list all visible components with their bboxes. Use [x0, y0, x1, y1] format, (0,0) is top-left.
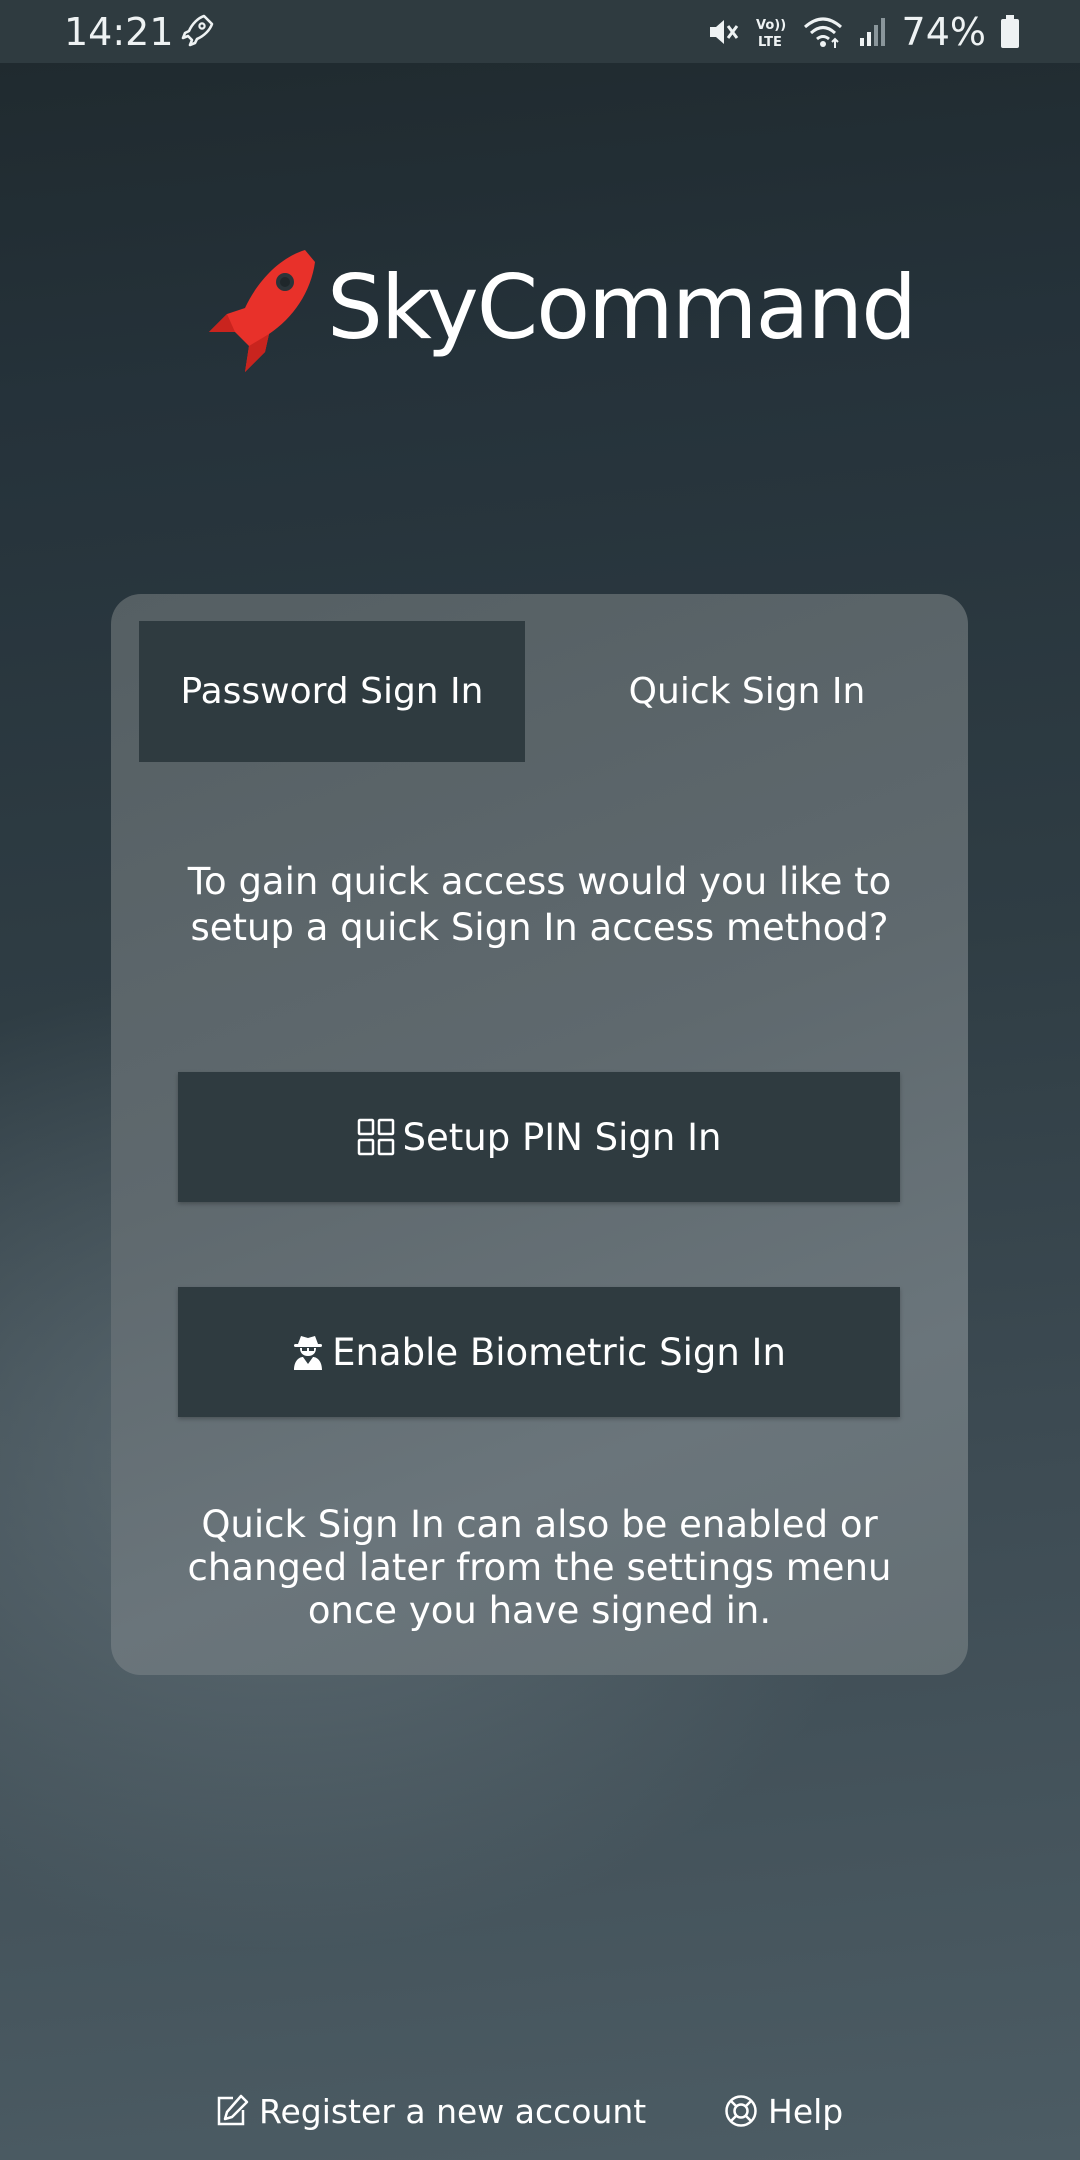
- lifebuoy-icon: [725, 2095, 757, 2127]
- spy-icon: [294, 1336, 323, 1370]
- setup-pin-button[interactable]: Setup PIN Sign In: [178, 1072, 900, 1202]
- grid-icon: [357, 1118, 394, 1156]
- svg-text:LTE: LTE: [758, 35, 782, 50]
- setup-pin-label: Setup PIN Sign In: [402, 1115, 722, 1159]
- register-label: Register a new account: [259, 2091, 647, 2131]
- app-logo: SkyCommand: [205, 248, 917, 378]
- help-label: Help: [768, 2091, 844, 2131]
- edit-icon: [217, 2094, 249, 2126]
- help-link[interactable]: Help: [724, 2086, 843, 2136]
- mute-icon: [709, 20, 738, 44]
- battery-percent: 74%: [901, 10, 986, 54]
- app-screen: 14:21 Vo)) LTE 74% SkyCommand Password S…: [0, 0, 1080, 2160]
- status-bar: 14:21 Vo)) LTE 74%: [0, 0, 1080, 63]
- battery-icon: [1001, 15, 1019, 48]
- svg-text:Vo)): Vo)): [756, 18, 786, 33]
- tab-quick-sign-in[interactable]: Quick Sign In: [554, 621, 940, 762]
- rocket-notification-icon: [181, 14, 214, 47]
- intro-text: To gain quick access would you like to s…: [187, 860, 892, 949]
- enable-biometric-button[interactable]: Enable Biometric Sign In: [178, 1287, 900, 1417]
- register-link[interactable]: Register a new account: [215, 2086, 646, 2136]
- status-time: 14:21: [64, 10, 174, 54]
- wifi-icon: [803, 17, 842, 48]
- signal-icon: [859, 18, 885, 46]
- status-icons: Vo)) LTE 74%: [706, 10, 1020, 54]
- sign-in-card: Password Sign In Quick Sign In To gain q…: [111, 594, 968, 1675]
- logo-text: SkyCommand: [327, 256, 917, 359]
- volte-icon: Vo)) LTE: [756, 18, 786, 50]
- tab-password-sign-in[interactable]: Password Sign In: [139, 621, 525, 762]
- quick-sign-in-note: Quick Sign In can also be enabled or cha…: [187, 1503, 892, 1632]
- rocket-logo-icon: [209, 250, 315, 372]
- enable-biometric-label: Enable Biometric Sign In: [332, 1330, 786, 1374]
